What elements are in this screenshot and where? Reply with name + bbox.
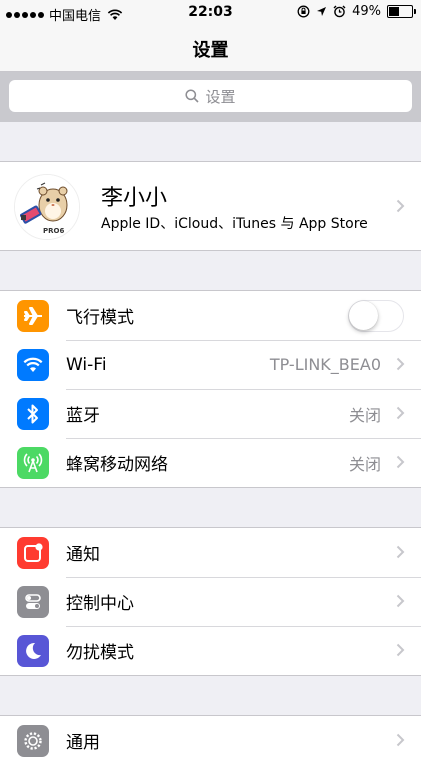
chevron-right-icon (396, 545, 405, 559)
profile-row[interactable]: PRO6 李小小 Apple ID、iCloud、iTunes 与 App St… (0, 162, 421, 250)
airplane-mode-label: 飞行模式 (66, 308, 134, 328)
cellular-label: 蜂窝移动网络 (66, 455, 168, 475)
avatar-caption: PRO6 (43, 227, 65, 235)
status-right: 49% (297, 4, 416, 19)
bluetooth-value: 关闭 (348, 405, 381, 425)
wifi-value: TP-LINK_BEA0 (269, 355, 381, 374)
airplane-icon (17, 300, 49, 332)
cellular-row[interactable]: 蜂窝移动网络 关闭 (0, 438, 421, 487)
search-area: 设置 (0, 72, 421, 122)
general-group: 通用 (0, 715, 421, 765)
notifications-icon (17, 537, 49, 569)
toggle-knob (349, 301, 378, 330)
page-title: 设置 (192, 39, 229, 61)
battery-percent: 49% (352, 4, 381, 19)
connectivity-group: 飞行模式 Wi-Fi TP-LINK_BEA0 蓝牙 关闭 蜂窝移动网络 关闭 (0, 290, 421, 488)
chevron-right-icon (396, 406, 405, 420)
control-center-icon (17, 586, 49, 618)
wifi-icon (17, 349, 49, 381)
cellular-value: 关闭 (348, 454, 381, 474)
airplane-mode-row: 飞行模式 (0, 291, 421, 340)
do-not-disturb-icon (17, 635, 49, 667)
chevron-right-icon (396, 643, 405, 657)
location-icon (317, 7, 327, 16)
bluetooth-label: 蓝牙 (66, 406, 100, 426)
cellular-icon (17, 447, 49, 479)
search-input[interactable]: 设置 (9, 80, 412, 112)
chevron-right-icon (396, 455, 405, 469)
nav-bar: 设置 (0, 26, 421, 72)
notifications-label: 通知 (66, 545, 100, 565)
airplane-mode-toggle[interactable] (348, 300, 404, 332)
chevron-right-icon (396, 357, 405, 371)
chevron-right-icon (396, 199, 405, 213)
status-bar: 中国电信 22:03 49% (0, 0, 421, 26)
do-not-disturb-row[interactable]: 勿扰模式 (0, 626, 421, 675)
general-label: 通用 (66, 733, 100, 753)
notifications-row[interactable]: 通知 (0, 528, 421, 577)
do-not-disturb-label: 勿扰模式 (66, 643, 134, 663)
alarm-icon (333, 5, 346, 18)
search-placeholder: 设置 (205, 87, 236, 106)
orientation-lock-icon (297, 5, 310, 18)
profile-group: PRO6 李小小 Apple ID、iCloud、iTunes 与 App St… (0, 161, 421, 251)
wifi-row[interactable]: Wi-Fi TP-LINK_BEA0 (0, 340, 421, 389)
battery-icon (387, 5, 416, 18)
bluetooth-row[interactable]: 蓝牙 关闭 (0, 389, 421, 438)
control-center-label: 控制中心 (66, 594, 134, 614)
chevron-right-icon (396, 733, 405, 747)
wifi-label: Wi-Fi (66, 354, 107, 375)
control-center-row[interactable]: 控制中心 (0, 577, 421, 626)
profile-subtitle: Apple ID、iCloud、iTunes 与 App Store (101, 216, 368, 232)
general-row[interactable]: 通用 (0, 716, 421, 765)
chevron-right-icon (396, 594, 405, 608)
avatar: PRO6 (14, 174, 80, 240)
search-icon (185, 89, 200, 103)
bluetooth-icon (17, 398, 49, 430)
gear-icon (17, 725, 49, 757)
profile-name: 李小小 (101, 186, 168, 211)
system-group: 通知 控制中心 勿扰模式 (0, 527, 421, 676)
